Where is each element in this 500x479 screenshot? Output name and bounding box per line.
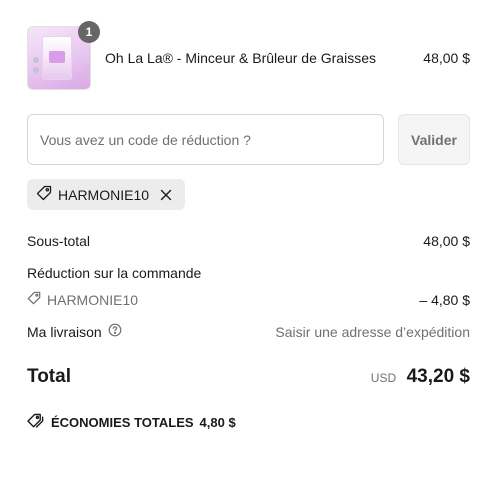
order-discount-code: HARMONIE10 [47, 291, 139, 308]
total-amount-group: USD 43,20 $ [371, 366, 470, 388]
subtotal-value: 48,00 $ [423, 233, 470, 249]
remove-discount-button[interactable] [157, 186, 175, 204]
tag-icon [27, 291, 41, 308]
applied-discount-chip: HARMONIE10 [27, 179, 186, 210]
product-price: 48,00 $ [423, 50, 470, 66]
total-row: Total USD 43,20 $ [27, 366, 470, 388]
product-name: Oh La La® - Minceur & Brûleur de Graisse… [105, 50, 376, 66]
subtotal-label: Sous-total [27, 233, 91, 249]
shipping-row: Ma livraison Saisir une adresse d’expédi… [27, 323, 470, 340]
savings-value: 4,80 $ [199, 415, 236, 430]
tag-icon [36, 185, 52, 204]
help-circle-icon[interactable] [108, 323, 122, 340]
savings-label: ÉCONOMIES TOTALES [51, 415, 194, 430]
product-package-image [42, 36, 72, 80]
total-currency: USD [370, 371, 397, 385]
order-discount-label: Réduction sur la commande [27, 265, 202, 281]
discount-code-input[interactable] [27, 114, 384, 165]
thumbnail-decoration [33, 57, 39, 63]
total-savings: ÉCONOMIES TOTALES 4,80 $ [27, 413, 236, 432]
order-discount-row: Réduction sur la commande [27, 265, 470, 281]
applied-discount-code: HARMONIE10 [58, 186, 150, 203]
shipping-label-group: Ma livraison [27, 323, 122, 340]
subtotal-row: Sous-total 48,00 $ [27, 233, 470, 249]
order-discount-code-group: HARMONIE10 [27, 291, 138, 308]
tags-icon [27, 413, 45, 432]
order-discount-code-row: HARMONIE10 – 4,80 $ [27, 291, 470, 308]
close-icon [160, 189, 172, 200]
product-thumbnail: 1 [27, 21, 100, 90]
shipping-label: Ma livraison [27, 323, 102, 340]
quantity-badge: 1 [78, 21, 100, 43]
shipping-value: Saisir une adresse d’expédition [275, 323, 470, 340]
order-discount-value: – 4,80 $ [419, 291, 470, 308]
cart-line-item: 1 Oh La La® - Minceur & Brûleur de Grais… [27, 21, 472, 90]
apply-discount-button[interactable]: Valider [398, 114, 470, 165]
total-label: Total [27, 366, 71, 387]
total-value: 43,20 $ [406, 366, 470, 387]
thumbnail-decoration [33, 67, 39, 73]
